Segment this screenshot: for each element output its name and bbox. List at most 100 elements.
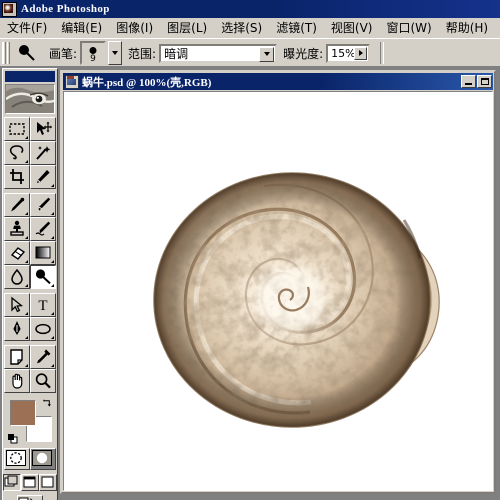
document-canvas[interactable] bbox=[63, 91, 493, 491]
jump-to-imageready-button[interactable] bbox=[17, 495, 43, 500]
svg-text:T: T bbox=[38, 298, 47, 314]
options-bar-grip[interactable] bbox=[2, 42, 10, 64]
tool-more-triangle bbox=[22, 136, 28, 139]
fullscreen-icon bbox=[41, 476, 54, 488]
path-selection-tool[interactable] bbox=[4, 293, 30, 317]
standard-mode-button[interactable] bbox=[4, 448, 30, 470]
range-label: 范围: bbox=[128, 46, 157, 61]
gradient-tool[interactable] bbox=[30, 241, 56, 265]
menu-edit[interactable]: 编辑(E) bbox=[54, 17, 109, 39]
paintbrush-tool[interactable] bbox=[30, 193, 56, 217]
default-colors-icon[interactable] bbox=[8, 434, 18, 444]
options-separator bbox=[380, 42, 385, 64]
swap-colors-icon[interactable] bbox=[43, 398, 52, 407]
menu-view[interactable]: 视图(V) bbox=[324, 17, 380, 39]
exposure-label: 曝光度: bbox=[283, 46, 324, 61]
tool-more-triangle bbox=[22, 364, 28, 367]
history-brush-tool[interactable] bbox=[30, 217, 56, 241]
exposure-value: 15% bbox=[331, 46, 356, 60]
application-title: Adobe Photoshop bbox=[21, 3, 110, 15]
mask-mode-row bbox=[4, 448, 56, 470]
dodge-burn-tool[interactable] bbox=[30, 265, 56, 289]
document-window: 蜗牛.psd @ 100%(壳,RGB) bbox=[60, 70, 496, 494]
menu-help[interactable]: 帮助(H) bbox=[439, 17, 495, 39]
document-titlebar[interactable]: 蜗牛.psd @ 100%(壳,RGB) bbox=[63, 73, 493, 90]
chevron-down-icon[interactable] bbox=[259, 46, 275, 62]
exposure-input[interactable]: 15% bbox=[326, 43, 371, 63]
healing-brush-tool[interactable] bbox=[4, 193, 30, 217]
shape-tool[interactable] bbox=[30, 317, 56, 341]
marquee-tool[interactable] bbox=[4, 117, 30, 141]
move-tool[interactable] bbox=[30, 117, 56, 141]
tool-more-triangle bbox=[48, 260, 54, 263]
fullscreen-menubar-mode-button[interactable] bbox=[21, 474, 39, 491]
fullscreen-mode-button[interactable] bbox=[39, 474, 57, 491]
photoshop-eye-banner[interactable] bbox=[5, 84, 55, 114]
toolbox-titlebar[interactable] bbox=[5, 71, 55, 82]
menu-select[interactable]: 选择(S) bbox=[214, 17, 269, 39]
application-titlebar: Adobe Photoshop bbox=[0, 0, 500, 18]
quick-mask-icon bbox=[32, 450, 52, 466]
minimize-icon bbox=[465, 83, 472, 85]
clone-stamp-tool[interactable] bbox=[4, 217, 30, 241]
menu-window[interactable]: 窗口(W) bbox=[379, 17, 438, 39]
notes-tool[interactable] bbox=[4, 345, 30, 369]
exposure-slider-arrow-icon[interactable] bbox=[354, 46, 368, 60]
workspace: T 蜗牛.psd @ 100%(壳,RGB) bbox=[0, 66, 500, 500]
tool-more-triangle bbox=[48, 184, 54, 187]
crop-tool[interactable] bbox=[4, 165, 30, 189]
magnifier-icon bbox=[35, 373, 51, 389]
dodge-burn-tool-icon[interactable] bbox=[14, 41, 40, 65]
slice-tool[interactable] bbox=[30, 165, 56, 189]
tool-more-triangle bbox=[48, 284, 54, 287]
maximize-button[interactable] bbox=[477, 75, 492, 88]
screen-mode-row bbox=[3, 474, 57, 491]
blur-tool[interactable] bbox=[4, 265, 30, 289]
eraser-tool[interactable] bbox=[4, 241, 30, 265]
tool-more-triangle bbox=[48, 364, 54, 367]
minimize-button[interactable] bbox=[461, 75, 476, 88]
menu-file[interactable]: 文件(F) bbox=[0, 17, 54, 39]
pen-tool[interactable] bbox=[4, 317, 30, 341]
tools-grid: T bbox=[4, 117, 56, 393]
standard-screen-icon bbox=[4, 475, 18, 487]
lasso-tool[interactable] bbox=[4, 141, 30, 165]
tool-more-triangle bbox=[22, 336, 28, 339]
tool-more-triangle bbox=[22, 312, 28, 315]
range-select[interactable]: 暗调 bbox=[159, 43, 278, 63]
tool-more-triangle bbox=[22, 236, 28, 239]
document-icon bbox=[65, 74, 79, 89]
eye-banner-art bbox=[6, 85, 54, 113]
menu-layer[interactable]: 图层(L) bbox=[160, 17, 214, 39]
photoshop-eye-icon bbox=[2, 1, 17, 17]
tool-more-triangle bbox=[22, 212, 28, 215]
menu-filter[interactable]: 滤镜(T) bbox=[269, 17, 324, 39]
jump-to-imageready-icon bbox=[18, 497, 33, 500]
eyedropper-tool[interactable] bbox=[30, 345, 56, 369]
maximize-icon bbox=[481, 78, 489, 85]
tool-more-triangle bbox=[48, 236, 54, 239]
magic-wand-tool[interactable] bbox=[30, 141, 56, 165]
foreground-color-swatch[interactable] bbox=[10, 400, 36, 426]
hand-icon bbox=[12, 373, 23, 389]
brush-dropdown-button[interactable] bbox=[108, 41, 123, 65]
dodge-burn-glyph bbox=[19, 45, 35, 61]
tool-more-triangle bbox=[22, 260, 28, 263]
brush-dot-icon bbox=[89, 47, 97, 54]
jump-to-row bbox=[4, 495, 56, 500]
zoom-tool[interactable] bbox=[30, 369, 56, 393]
standard-screen-mode-button[interactable] bbox=[3, 474, 21, 491]
hand-tool[interactable] bbox=[4, 369, 30, 393]
menu-image[interactable]: 图像(I) bbox=[109, 17, 160, 39]
toolbox-palette: T bbox=[2, 68, 58, 500]
type-tool[interactable]: T bbox=[30, 293, 56, 317]
tool-more-triangle bbox=[22, 284, 28, 287]
magic-wand-icon bbox=[36, 146, 51, 160]
document-window-buttons bbox=[461, 75, 493, 88]
move-icon bbox=[37, 121, 52, 135]
document-title: 蜗牛.psd @ 100%(壳,RGB) bbox=[82, 76, 212, 89]
quick-mask-mode-button[interactable] bbox=[30, 448, 56, 470]
snail-shell-image bbox=[64, 92, 492, 490]
brush-preview[interactable]: 9 bbox=[80, 41, 107, 65]
tool-more-triangle bbox=[48, 336, 54, 339]
